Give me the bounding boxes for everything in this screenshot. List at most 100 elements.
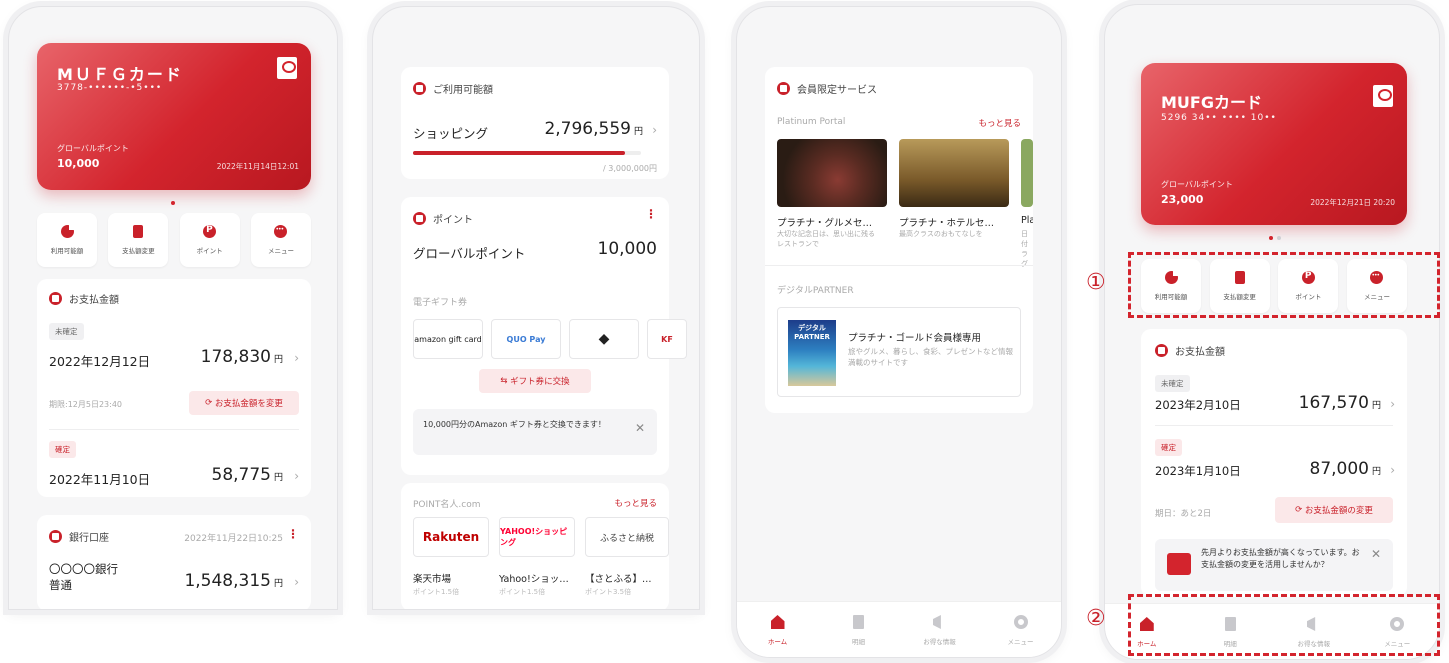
chevron-right-icon[interactable]: › — [294, 351, 299, 365]
close-icon[interactable]: ✕ — [1371, 547, 1381, 561]
bank-title: 銀行口座 — [49, 529, 109, 544]
divider — [1155, 425, 1393, 426]
close-icon[interactable]: ✕ — [635, 421, 645, 435]
fixed-amount-value: 58,775 — [211, 465, 271, 485]
notice-box: 10,000円分のAmazon ギフト券と交換できます！ ✕ — [413, 409, 657, 455]
mufg-logo-icon — [277, 57, 297, 79]
change-payment-label: お支払金額を変更 — [214, 399, 283, 409]
partner-card[interactable]: デジタル PARTNER プラチナ・ゴールド会員様専用 旅やグルメ、暮らし、食彩… — [777, 307, 1021, 397]
payment-panel: お支払金額 未確定 2022年12月12日 178,830 円 › 期限:12月5… — [37, 279, 311, 497]
point-site-panel: POINT名人.com もっと見る Rakuten YAHOO!ショッピング ふ… — [401, 483, 669, 609]
exchange-gift-label: ギフト券に交換 — [510, 377, 570, 387]
document-yen-icon — [133, 225, 144, 238]
gourmet-photo[interactable] — [777, 139, 887, 207]
usage-bar-fill — [413, 151, 626, 155]
shopping-label: ショッピング — [413, 126, 489, 141]
gift-quo-label: QUO Pay — [506, 334, 546, 344]
quick-menu[interactable]: メニュー — [250, 213, 311, 267]
callout-2: ② — [1086, 606, 1106, 631]
highlight-box-1 — [1128, 252, 1440, 318]
card-number: 3778-••••••-•5••• — [57, 83, 163, 93]
gift-quo[interactable]: QUO Pay — [491, 319, 561, 359]
store-yahoo[interactable]: YAHOO!ショッピング — [499, 517, 575, 557]
change-payment-button[interactable]: ⟳ お支払金額の変更 — [1275, 497, 1393, 523]
platinum-portal-label: Platinum Portal — [777, 117, 846, 127]
members-title-text: 会員限定サービス — [797, 85, 877, 96]
shopping-amount-value: 2,796,559 — [544, 119, 631, 139]
available-title-text: ご利用可能額 — [433, 85, 493, 96]
see-more-link[interactable]: もっと見る — [614, 497, 657, 509]
credit-card[interactable]: MＵＦＧカード 3778-••••••-•5••• グローバルポイント 10,0… — [37, 43, 311, 190]
partner-title: デジタルPARTNER — [777, 286, 854, 296]
usage-bar — [413, 151, 641, 155]
members-title: 会員限定サービス — [777, 81, 877, 96]
yen-unit: 円 — [633, 127, 643, 137]
payment-title: お支払金額 — [49, 291, 119, 306]
gift-kfc[interactable]: KF — [647, 319, 687, 359]
quick-label: ポイント — [196, 247, 223, 255]
points-panel: ポイント ⋮ グローバルポイント 10,000 電子ギフト券 amazon gi… — [401, 197, 687, 475]
quick-actions: 利用可能額 支払額変更 ポイント メニュー — [37, 213, 311, 267]
chart-icon — [1167, 553, 1191, 575]
kebab-menu-icon[interactable]: ⋮ — [645, 207, 657, 221]
exchange-gift-button[interactable]: ⇆ ギフト券に交換 — [479, 369, 591, 393]
chevron-right-icon[interactable]: › — [294, 575, 299, 589]
service-desc: 日付ラグ — [1021, 230, 1028, 268]
phone-screen-4: MUFGカード 5296 34•• •••• 10•• グローバルポイント 23… — [1104, 4, 1440, 660]
gift-apple[interactable]: ◆ — [569, 319, 639, 359]
card-updated: 2022年11月14日12:01 — [216, 162, 299, 171]
chevron-right-icon[interactable]: › — [1390, 463, 1395, 477]
chevron-right-icon[interactable]: › — [294, 469, 299, 483]
change-payment-button[interactable]: ⟳ お支払金額を変更 — [189, 391, 299, 415]
tab-deals[interactable]: お得な情報 — [899, 602, 980, 657]
pending-amount[interactable]: 178,830 円 — [201, 347, 283, 367]
pending-date: 2022年12月12日 — [49, 354, 151, 369]
tab-home[interactable]: ホーム — [737, 602, 818, 657]
hotel-photo[interactable] — [899, 139, 1009, 207]
chevron-right-icon[interactable]: › — [1390, 397, 1395, 411]
credit-card[interactable]: MUFGカード 5296 34•• •••• 10•• グローバルポイント 23… — [1141, 63, 1407, 225]
kebab-menu-icon[interactable]: ⋮ — [287, 527, 299, 541]
payment-title-text: お支払金額 — [69, 295, 119, 306]
home-icon — [770, 615, 785, 629]
quick-available[interactable]: 利用可能額 — [37, 213, 97, 267]
fixed-date: 2022年11月10日 — [49, 472, 151, 487]
available-title: ご利用可能額 — [413, 81, 493, 96]
chevron-right-icon[interactable]: › — [652, 123, 657, 137]
exchange-icon: ⇆ — [500, 376, 511, 386]
fixed-tag: 確定 — [49, 441, 76, 458]
payment-deadline: 期限:12月5日23:40 — [49, 400, 123, 409]
bank-amount[interactable]: 1,548,315 円 — [184, 571, 283, 591]
fixed-amount[interactable]: 87,000 円 — [1310, 459, 1382, 479]
quick-payment-change[interactable]: 支払額変更 — [108, 213, 169, 267]
pending-amount[interactable]: 167,570 円 — [1299, 393, 1381, 413]
bank-title-text: 銀行口座 — [69, 533, 109, 544]
gift-title: 電子ギフト券 — [413, 298, 468, 308]
gift-amazon[interactable]: amazon gift card — [413, 319, 483, 359]
payment-icon — [1155, 344, 1168, 357]
fixed-amount[interactable]: 58,775 円 — [212, 465, 284, 485]
see-more-link[interactable]: もっと見る — [978, 117, 1021, 129]
gift-amazon-label: amazon gift card — [414, 334, 482, 344]
card-updated: 2022年12月21日 20:20 — [1310, 198, 1395, 207]
store-satofull[interactable]: ふるさと納税 — [585, 517, 669, 557]
store-logo: ふるさと納税 — [599, 533, 654, 544]
store-rakuten[interactable]: Rakuten — [413, 517, 489, 557]
star-icon — [777, 82, 790, 95]
point-site-title: POINT名人.com — [413, 500, 481, 510]
card-number: 5296 34•• •••• 10•• — [1161, 113, 1277, 123]
tab-menu[interactable]: メニュー — [980, 602, 1061, 657]
notice-text: 先月よりお支払金額が高くなっています。お支払金額の変更を活用しませんか？ — [1201, 548, 1360, 569]
shopping-limit: / 3,000,000円 — [603, 164, 657, 173]
point-icon — [203, 225, 217, 238]
card-points-label: グローバルポイント — [57, 144, 129, 153]
quick-points[interactable]: ポイント — [179, 213, 240, 267]
quick-label: メニュー — [267, 247, 294, 255]
pending-amount-value: 167,570 — [1298, 393, 1369, 413]
service-name: プラチナ・グルメセ… — [777, 218, 873, 229]
tab-statement[interactable]: 明細 — [818, 602, 899, 657]
third-photo[interactable] — [1021, 139, 1033, 207]
yen-unit: 円 — [273, 355, 283, 365]
store-rate: ポイント3.5倍 — [585, 588, 632, 596]
shopping-amount[interactable]: 2,796,559 円 — [544, 119, 643, 139]
